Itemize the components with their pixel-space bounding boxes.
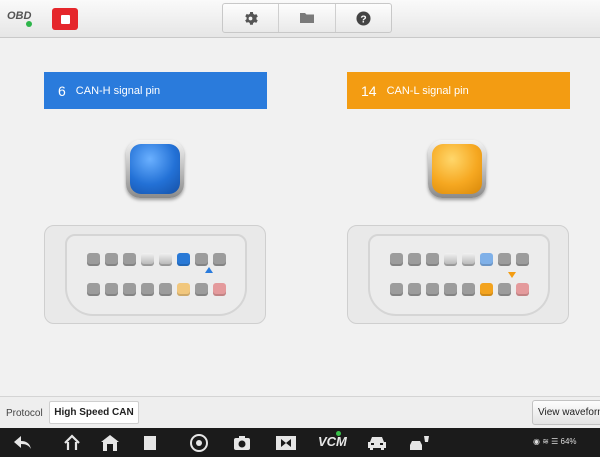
view-waveform-button[interactable]: View waveform	[532, 400, 600, 425]
gear-icon	[245, 11, 258, 25]
connector-pin	[515, 253, 529, 266]
svg-text:?: ?	[360, 14, 366, 25]
connector-pin	[407, 283, 421, 296]
can-h-pin-number: 6	[58, 82, 66, 99]
can-h-signal-header: 6 CAN-H signal pin	[44, 72, 267, 109]
vcm-status-icon	[336, 431, 341, 436]
connector-pin	[140, 283, 154, 296]
connector-pin	[389, 253, 403, 266]
can-h-signal-button[interactable]	[126, 140, 184, 198]
connector-pin	[122, 253, 136, 266]
connector-pin	[140, 253, 154, 266]
system-nav-bar: VCM ◉ ≋ ☰ 64%	[0, 428, 600, 457]
connection-status-icon	[26, 21, 32, 27]
status-bar-info: ◉ ≋ ☰ 64%	[533, 437, 577, 446]
connector-pin	[461, 253, 475, 266]
stop-icon	[60, 14, 70, 24]
connector-pin	[407, 253, 421, 266]
can-l-signal-header: 14 CAN-L signal pin	[347, 72, 570, 109]
connector-pin	[443, 253, 457, 266]
camera-icon[interactable]	[233, 434, 251, 452]
connector-top-row	[370, 253, 548, 266]
connector-pin-can-h	[479, 253, 493, 266]
stop-button[interactable]	[52, 8, 78, 30]
wifi-icon: ◉ ≋ ☰	[533, 437, 561, 446]
connector-pin	[86, 253, 100, 266]
connector-pin	[212, 253, 226, 266]
help-icon: ?	[356, 10, 371, 26]
connector-pin	[104, 283, 118, 296]
connector-pin	[194, 283, 208, 296]
browser-icon[interactable]	[190, 434, 208, 452]
connector-pin	[515, 283, 529, 296]
top-toolbar: OBD ?	[0, 0, 600, 38]
car-service-icon[interactable]	[409, 434, 431, 452]
connector-pin	[158, 283, 172, 296]
protocol-label: Protocol	[6, 408, 43, 419]
protocol-value: High Speed CAN	[49, 401, 139, 424]
folder-icon	[299, 13, 314, 23]
connector-pin	[122, 283, 136, 296]
vcm-icon[interactable]: VCM	[318, 434, 347, 449]
connector-pin-can-l	[479, 283, 493, 296]
connector-top-row	[67, 253, 245, 266]
tool-group: ?	[222, 3, 392, 33]
connector-pin-can-h	[176, 253, 190, 266]
connector-pin	[497, 283, 511, 296]
can-l-signal-button[interactable]	[428, 140, 486, 198]
can-l-pin-number: 14	[361, 82, 377, 99]
connector-pin	[497, 253, 511, 266]
can-l-connector-diagram	[347, 225, 569, 324]
can-l-label: CAN-L signal pin	[386, 84, 469, 97]
pin-indicator-arrow	[508, 272, 516, 278]
connector-pin	[194, 253, 208, 266]
can-h-connector-diagram	[44, 225, 266, 324]
recent-apps-icon[interactable]	[141, 434, 159, 452]
connector-pin	[389, 283, 403, 296]
screen-record-icon[interactable]	[275, 434, 297, 452]
battery-level: 64%	[560, 437, 577, 446]
connector-pin	[212, 283, 226, 296]
connector-pin	[104, 253, 118, 266]
back-icon[interactable]	[14, 434, 32, 452]
file-button[interactable]	[279, 4, 336, 32]
connector-pin	[443, 283, 457, 296]
settings-button[interactable]	[223, 4, 280, 32]
can-h-label: CAN-H signal pin	[75, 84, 161, 97]
home-icon[interactable]	[63, 434, 81, 452]
connector-pin-can-l	[176, 283, 190, 296]
connector-pin	[461, 283, 475, 296]
protocol-bar: Protocol High Speed CAN View waveform	[0, 396, 600, 428]
car-icon[interactable]	[367, 434, 387, 452]
help-button[interactable]: ?	[336, 4, 391, 32]
connector-bottom-row	[370, 283, 548, 296]
connector-bottom-row	[67, 283, 245, 296]
connector-pin	[158, 253, 172, 266]
pin-indicator-arrow	[205, 267, 213, 273]
connector-pin	[86, 283, 100, 296]
connector-pin	[425, 283, 439, 296]
house-icon[interactable]	[101, 434, 119, 452]
connector-pin	[425, 253, 439, 266]
